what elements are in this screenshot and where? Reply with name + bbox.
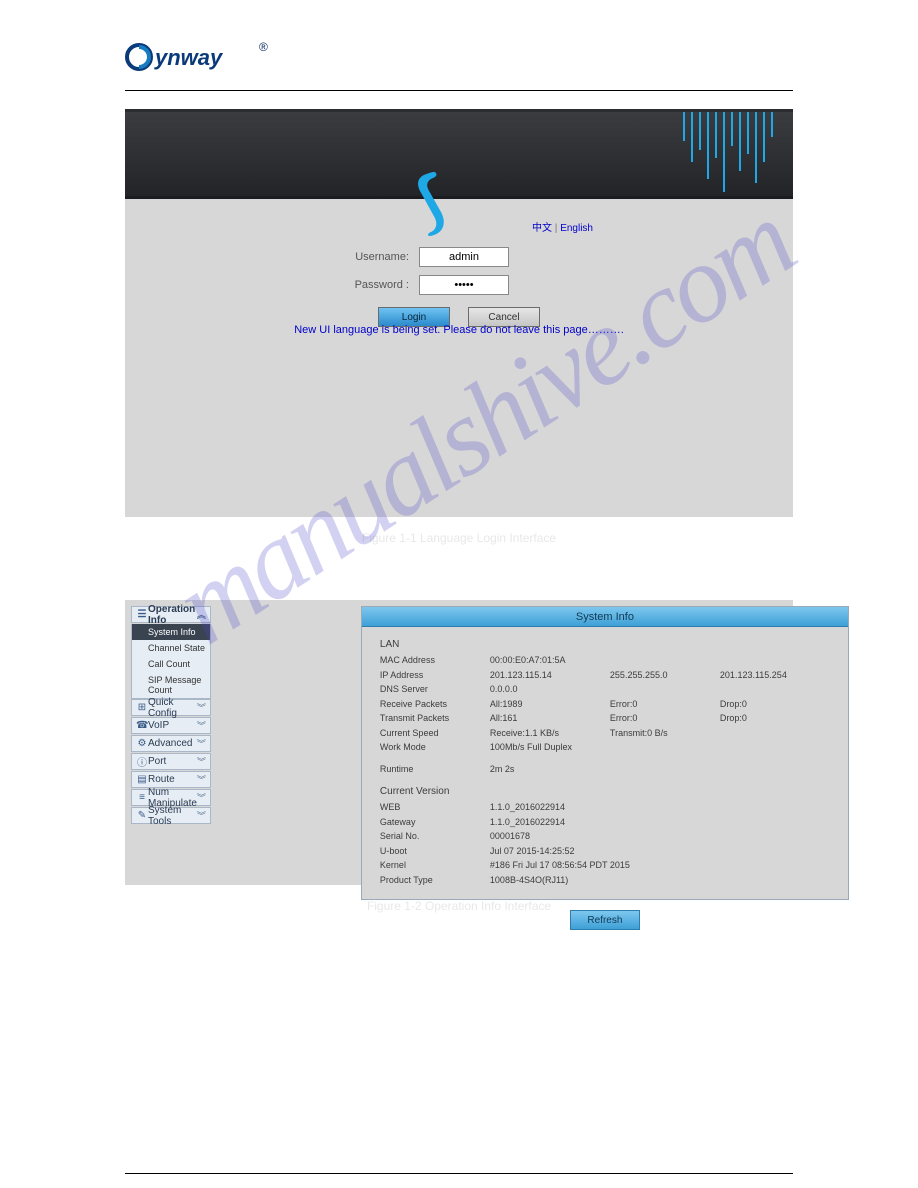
mac-value: 00:00:E0:A7:01:5A [490, 654, 610, 668]
lang-zh-link[interactable]: 中文 [532, 223, 552, 234]
sidebar-group-label: VoIP [148, 720, 197, 731]
sidebar-group-system-tools[interactable]: ✎ System Tools ︾ [131, 807, 211, 824]
product-value: 1008B-4S4O(RJ11) [490, 874, 610, 888]
svg-text:ynway: ynway [154, 45, 224, 70]
sidebar-group-quick-config[interactable]: ⊞ Quick Config ︾ [131, 699, 211, 716]
header-divider [125, 90, 793, 91]
recv-drop: Drop:0 [720, 698, 830, 712]
trans-error: Error:0 [610, 712, 720, 726]
recv-all: All:1989 [490, 698, 610, 712]
gear-icon: ⚙ [136, 738, 148, 749]
speed-recv: Receive:1.1 KB/s [490, 727, 610, 741]
dns-value: 0.0.0.0 [490, 683, 610, 697]
info-icon: ⓘ [136, 754, 148, 769]
sidebar-group-route[interactable]: ▤ Route ︾ [131, 771, 211, 788]
sidebar-group-label: Operation Info [148, 604, 197, 626]
kernel-label: Kernel [380, 859, 490, 873]
serial-label: Serial No. [380, 830, 490, 844]
sidebar-group-label: Quick Config [148, 697, 197, 719]
sidebar-group-label: Route [148, 774, 197, 785]
sidebar-group-port[interactable]: ⓘ Port ︾ [131, 753, 211, 770]
serial-value: 00001678 [490, 830, 610, 844]
sidebar-group-operation-info[interactable]: ☰ Operation Info ︽ [131, 606, 211, 623]
runtime-value: 2m 2s [490, 763, 610, 777]
product-label: Product Type [380, 874, 490, 888]
mode-label: Work Mode [380, 741, 490, 755]
sidebar-item-system-info[interactable]: System Info [131, 624, 211, 640]
mac-label: MAC Address [380, 654, 490, 668]
trans-label: Transmit Packets [380, 712, 490, 726]
speed-trans: Transmit:0 B/s [610, 727, 720, 741]
list-icon: ☰ [136, 609, 148, 620]
uboot-label: U-boot [380, 845, 490, 859]
recv-label: Receive Packets [380, 698, 490, 712]
sidebar-item-sip-message-count[interactable]: SIP Message Count [131, 672, 211, 699]
language-links: 中文 | English [532, 219, 593, 234]
sidebar-group-voip[interactable]: ☎ VoIP ︾ [131, 717, 211, 734]
tools-icon: ✎ [136, 810, 148, 821]
ip-mask: 255.255.255.0 [610, 669, 720, 683]
trans-drop: Drop:0 [720, 712, 830, 726]
speed-label: Current Speed [380, 727, 490, 741]
dns-label: DNS Server [380, 683, 490, 697]
sidebar-item-channel-state[interactable]: Channel State [131, 640, 211, 656]
ip-label: IP Address [380, 669, 490, 683]
chevron-down-icon: ︾ [197, 755, 206, 768]
login-panel: 中文 | English Username: Password : Login … [125, 109, 793, 517]
sidebar: ☰ Operation Info ︽ System Info Channel S… [131, 606, 211, 865]
registered-mark: ® [259, 40, 268, 54]
lang-en-link[interactable]: English [560, 223, 593, 234]
admin-panel: ☰ Operation Info ︽ System Info Channel S… [125, 600, 793, 885]
password-input[interactable] [419, 275, 509, 295]
footer-divider [125, 1173, 793, 1174]
web-value: 1.1.0_2016022914 [490, 801, 610, 815]
language-loading-message: New UI language is being set. Please do … [125, 324, 793, 336]
list-icon: ≡ [136, 792, 148, 803]
gateway-label: Gateway [380, 816, 490, 830]
version-section-label: Current Version [380, 784, 830, 799]
mode-value: 100Mb/s Full Duplex [490, 741, 610, 755]
username-label: Username: [329, 251, 419, 263]
chevron-down-icon: ︾ [197, 719, 206, 732]
recv-error: Error:0 [610, 698, 720, 712]
lan-section-label: LAN [380, 637, 830, 652]
figure-1-caption: Figure 1-1 Language Login Interface [0, 531, 918, 545]
sidebar-group-label: Advanced [148, 738, 197, 749]
gateway-value: 1.1.0_2016022914 [490, 816, 610, 830]
grid-icon: ⊞ [136, 702, 148, 713]
sidebar-item-call-count[interactable]: Call Count [131, 656, 211, 672]
chevron-down-icon: ︾ [197, 791, 206, 804]
kernel-value: #186 Fri Jul 17 08:56:54 PDT 2015 [490, 859, 830, 873]
chevron-down-icon: ︾ [197, 809, 206, 822]
phone-icon: ☎ [136, 720, 148, 731]
chevron-down-icon: ︾ [197, 737, 206, 750]
ip-value: 201.123.115.14 [490, 669, 610, 683]
ip-gateway: 201.123.115.254 [720, 669, 830, 683]
runtime-label: Runtime [380, 763, 490, 777]
trans-all: All:161 [490, 712, 610, 726]
web-label: WEB [380, 801, 490, 815]
brand-logo: ynway ® [125, 40, 793, 74]
sidebar-group-label: System Tools [148, 805, 197, 827]
chevron-up-icon: ︽ [197, 608, 206, 621]
chevron-down-icon: ︾ [197, 701, 206, 714]
sidebar-group-num-manipulate[interactable]: ≡ Num Manipulate ︾ [131, 789, 211, 806]
system-info-box: System Info LAN MAC Address 00:00:E0:A7:… [361, 606, 849, 900]
uboot-value: Jul 07 2015-14:25:52 [490, 845, 610, 859]
route-icon: ▤ [136, 774, 148, 785]
system-info-title: System Info [362, 607, 848, 627]
password-label: Password : [329, 279, 419, 291]
sidebar-group-advanced[interactable]: ⚙ Advanced ︾ [131, 735, 211, 752]
sidebar-group-label: Port [148, 756, 197, 767]
login-header-bar [125, 109, 793, 199]
chevron-down-icon: ︾ [197, 773, 206, 786]
refresh-button[interactable]: Refresh [570, 910, 640, 930]
username-input[interactable] [419, 247, 509, 267]
